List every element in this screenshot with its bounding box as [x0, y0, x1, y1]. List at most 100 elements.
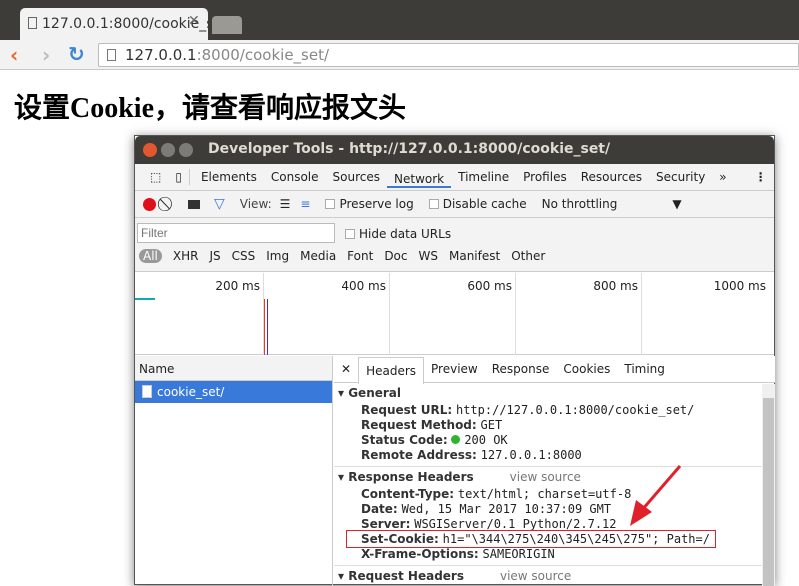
request-row[interactable]: cookie_set/ [135, 381, 332, 403]
scrollbar[interactable] [762, 384, 775, 586]
detail-tabs: ✕ Headers Preview Response Cookies Timin… [334, 356, 775, 384]
document-icon [142, 385, 152, 398]
waterfall-view-icon[interactable]: ≡ [300, 197, 310, 211]
section-title: Response Headers [348, 470, 474, 484]
tab-network[interactable]: Network [387, 172, 452, 188]
back-icon[interactable]: ‹ [10, 43, 18, 67]
browser-toolbar: ‹ › ↻ 127.0.0.1:8000/cookie_set/ [0, 40, 799, 70]
more-tabs-icon[interactable]: » [712, 170, 733, 184]
header-row: X-Frame-Options: SAMEORIGIN [361, 547, 555, 561]
annotation-arrow [630, 465, 682, 526]
tab-response[interactable]: Response [485, 362, 557, 376]
tab-profiles[interactable]: Profiles [516, 170, 574, 184]
name-header[interactable]: Name [135, 356, 332, 381]
close-window-icon[interactable] [143, 143, 157, 157]
tick-label: 1000 ms [713, 279, 766, 293]
tab-elements[interactable]: Elements [194, 170, 264, 184]
status-ok-icon [451, 435, 461, 444]
minimize-window-icon[interactable] [161, 143, 175, 157]
close-details-icon[interactable]: ✕ [334, 362, 358, 376]
disable-cache-checkbox[interactable]: Disable cache [428, 197, 527, 211]
type-doc[interactable]: Doc [384, 249, 407, 263]
tick-label: 800 ms [593, 279, 638, 293]
type-img[interactable]: Img [266, 249, 289, 263]
throttling-value: No throttling [541, 197, 618, 211]
type-xhr[interactable]: XHR [173, 249, 199, 263]
type-other[interactable]: Other [511, 249, 545, 263]
tab-sources[interactable]: Sources [326, 170, 387, 184]
type-media[interactable]: Media [300, 249, 336, 263]
hide-data-urls-label: Hide data URLs [359, 227, 452, 241]
header-row: Server: WSGIServer/0.1 Python/2.7.12 [361, 517, 617, 531]
device-mode-icon[interactable]: ▯ [168, 170, 189, 184]
request-headers-section-header[interactable]: ▾ Request Headers view source [338, 569, 571, 583]
type-all[interactable]: All [139, 249, 162, 263]
tab-console[interactable]: Console [264, 170, 326, 184]
filter-icon[interactable]: ▽ [214, 196, 225, 212]
tick-label: 200 ms [215, 279, 260, 293]
request-list: Name cookie_set/ [135, 356, 333, 586]
tab-security[interactable]: Security [649, 170, 712, 184]
new-tab-button[interactable] [212, 16, 242, 34]
close-tab-icon[interactable]: ✕ [188, 13, 200, 29]
maximize-window-icon[interactable] [179, 143, 193, 157]
type-ws[interactable]: WS [419, 249, 438, 263]
disable-cache-label: Disable cache [442, 197, 527, 211]
devtools-title: Developer Tools - http://127.0.0.1:8000/… [208, 141, 611, 157]
page-icon [28, 17, 37, 29]
response-headers-section-header[interactable]: ▾ Response Headers view source [338, 470, 581, 484]
general-section-header[interactable]: ▾ General [338, 386, 401, 400]
menu-icon[interactable]: ⋮ [748, 170, 774, 184]
tab-timeline[interactable]: Timeline [451, 170, 516, 184]
page-heading: 设置Cookie，请查看响应报文头 [14, 93, 407, 124]
hide-data-urls-checkbox[interactable]: Hide data URLs [345, 227, 451, 241]
tab-title: 127.0.0.1:8000/cookie_set/ [42, 16, 208, 32]
view-source-link[interactable]: view source [510, 470, 581, 484]
timeline-overview[interactable]: 200 ms 400 ms 600 ms 800 ms 1000 ms [135, 273, 774, 355]
throttling-select[interactable]: No throttling ▼ [542, 197, 682, 211]
reload-icon[interactable]: ↻ [68, 42, 85, 66]
header-row: Remote Address: 127.0.0.1:8000 [361, 448, 582, 462]
type-css[interactable]: CSS [232, 249, 256, 263]
record-icon[interactable] [143, 197, 156, 211]
request-name: cookie_set/ [157, 385, 225, 399]
address-host: 127.0.0.1 [125, 46, 197, 64]
header-row: Request URL: http://127.0.0.1:8000/cooki… [361, 403, 695, 417]
forward-icon[interactable]: › [42, 43, 50, 67]
section-title: General [348, 386, 402, 400]
preserve-log-checkbox[interactable]: Preserve log [325, 197, 414, 211]
tab-timing[interactable]: Timing [617, 362, 672, 376]
dropdown-arrow-icon: ▼ [672, 197, 682, 211]
inspect-icon[interactable]: ⬚ [143, 170, 168, 184]
preserve-log-label: Preserve log [339, 197, 414, 211]
dom-marker [267, 299, 268, 355]
tick-label: 400 ms [341, 279, 386, 293]
header-row: Content-Type: text/html; charset=utf-8 [361, 487, 632, 501]
address-bar[interactable]: 127.0.0.1:8000/cookie_set/ [98, 43, 799, 67]
browser-tab[interactable]: 127.0.0.1:8000/cookie_set/ [20, 8, 208, 40]
type-font[interactable]: Font [347, 249, 373, 263]
camera-icon[interactable] [188, 199, 200, 209]
list-view-icon[interactable]: ☰ [280, 197, 291, 211]
tick-label: 600 ms [467, 279, 512, 293]
tab-cookies[interactable]: Cookies [556, 362, 617, 376]
header-row: Date: Wed, 15 Mar 2017 10:37:09 GMT [361, 502, 612, 516]
type-js[interactable]: JS [209, 249, 220, 263]
view-source-link[interactable]: view source [500, 569, 571, 583]
devtools-title-bar: Developer Tools - http://127.0.0.1:8000/… [135, 136, 774, 164]
type-manifest[interactable]: Manifest [449, 249, 500, 263]
page-icon [107, 49, 116, 61]
network-toolbar: ⃠ ▽ View: ☰ ≡ Preserve log Disable cache… [135, 191, 774, 218]
panel-tabs: ⬚ ▯ Elements Console Sources Network Tim… [135, 164, 774, 191]
section-title: Request Headers [348, 569, 464, 583]
header-row: Status Code: 200 OK [361, 433, 508, 447]
tab-resources[interactable]: Resources [574, 170, 649, 184]
request-bar [135, 298, 155, 300]
filter-bar: Hide data URLs All XHR JS CSS Img Media … [135, 218, 774, 272]
type-filters: All XHR JS CSS Img Media Font Doc WS Man… [139, 249, 545, 263]
tab-headers[interactable]: Headers [358, 356, 425, 384]
header-row: Request Method: GET [361, 418, 503, 432]
tab-preview[interactable]: Preview [424, 362, 485, 376]
divider [188, 169, 190, 185]
filter-input[interactable] [137, 223, 335, 243]
